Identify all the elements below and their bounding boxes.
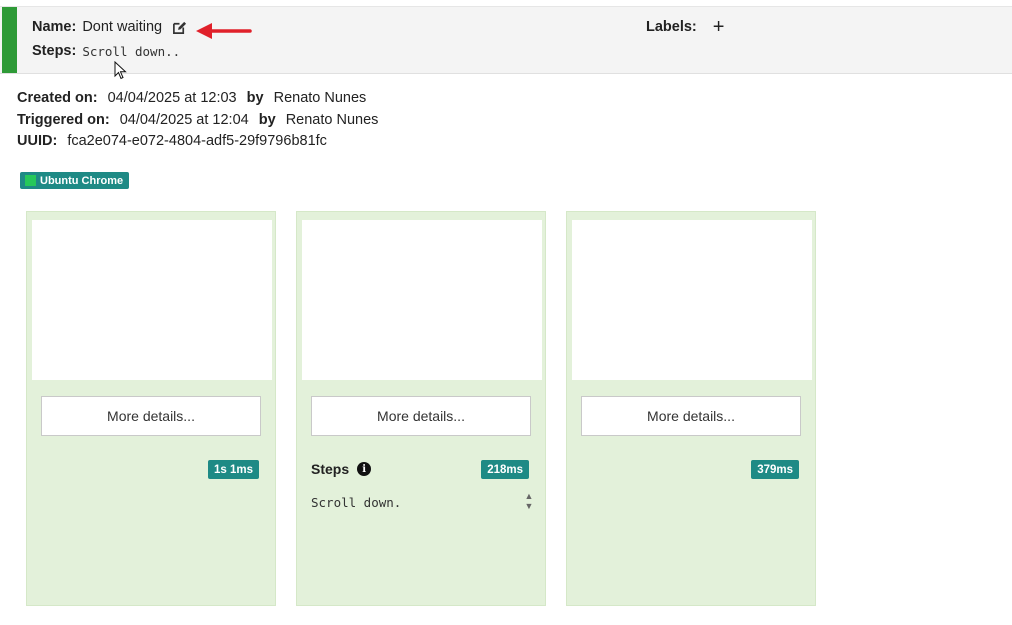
triggered-by: Renato Nunes xyxy=(285,112,379,128)
screenshot-thumbnail[interactable] xyxy=(572,220,812,380)
created-date: 04/04/2025 at 12:03 xyxy=(107,90,237,106)
triggered-date: 04/04/2025 at 12:04 xyxy=(119,112,249,128)
add-label-button[interactable]: + xyxy=(713,17,725,37)
info-icon[interactable]: i xyxy=(357,462,372,476)
more-details-button[interactable]: More details... xyxy=(41,396,261,436)
steps-title: Steps i xyxy=(311,461,372,477)
uuid-value: fca2e074-e072-4804-adf5-29f9796b81fc xyxy=(67,133,327,149)
step-card: More details... Steps i 218ms Scroll dow… xyxy=(296,211,546,606)
triggered-by-label: by xyxy=(258,112,276,128)
uuid-label: UUID: xyxy=(17,133,58,149)
screenshot-thumbnail[interactable] xyxy=(32,220,272,380)
created-row: Created on: 04/04/2025 at 12:03 by Renat… xyxy=(17,90,366,106)
name-row: Name: Dont waiting xyxy=(32,19,187,35)
mouse-cursor-icon xyxy=(114,61,127,80)
duration-badge: 379ms xyxy=(751,460,799,479)
duration-badge: 218ms xyxy=(481,460,529,479)
name-value: Dont waiting xyxy=(82,19,163,35)
name-label: Name: xyxy=(32,19,77,35)
duration-badge: 1s 1ms xyxy=(207,460,259,479)
environment-status-dot xyxy=(25,175,36,186)
status-accent-bar xyxy=(2,7,17,73)
steps-row: Steps: Scroll down.. xyxy=(32,43,180,59)
triggered-label: Triggered on: xyxy=(17,112,110,128)
more-details-button[interactable]: More details... xyxy=(311,396,531,436)
steps-title-label: Steps xyxy=(311,461,350,477)
created-label: Created on: xyxy=(17,90,98,106)
spinner-arrows-icon[interactable]: ▲ ▼ xyxy=(522,489,536,513)
step-card: More details... 1s 1ms xyxy=(26,211,276,606)
red-arrow-annotation-icon xyxy=(196,23,252,39)
environment-badge: Ubuntu Chrome xyxy=(20,172,130,189)
triggered-row: Triggered on: 04/04/2025 at 12:04 by Ren… xyxy=(17,112,378,128)
step-card: More details... 379ms xyxy=(566,211,816,606)
uuid-row: UUID: fca2e074-e072-4804-adf5-29f9796b81… xyxy=(17,133,327,149)
environment-label: Ubuntu Chrome xyxy=(40,174,124,187)
steps-value: Scroll down.. xyxy=(82,43,181,59)
more-details-button[interactable]: More details... xyxy=(581,396,801,436)
screenshot-thumbnail[interactable] xyxy=(302,220,542,380)
created-by: Renato Nunes xyxy=(273,90,367,106)
steps-text: Scroll down. xyxy=(311,495,402,510)
job-header: Name: Dont waiting Steps: Scroll down.. … xyxy=(0,6,1012,74)
steps-label: Steps: xyxy=(32,43,77,59)
labels-section: Labels: + xyxy=(646,17,725,37)
labels-label: Labels: xyxy=(646,19,697,35)
edit-icon[interactable] xyxy=(172,20,187,35)
created-by-label: by xyxy=(246,90,264,106)
